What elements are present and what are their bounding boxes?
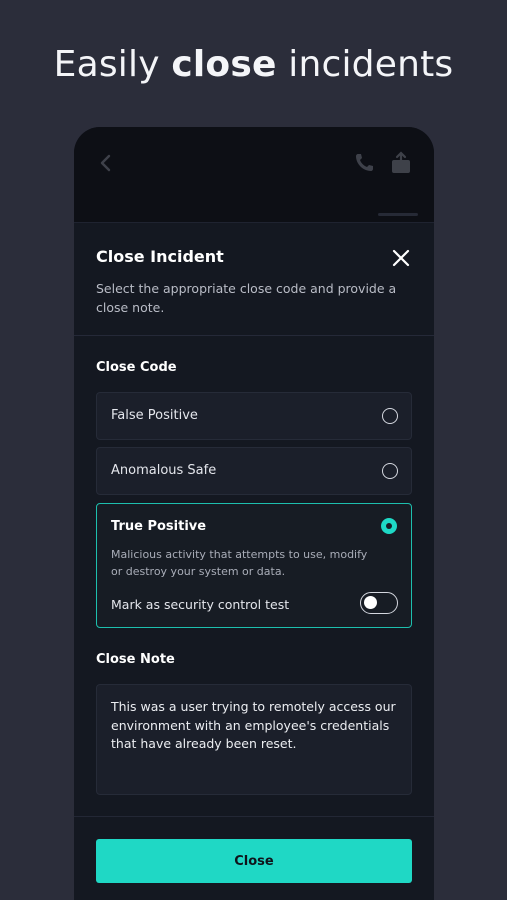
close-note-input[interactable]: This was a user trying to remotely acces… [96, 684, 412, 795]
radio-button-selected[interactable] [381, 518, 397, 534]
close-incident-button[interactable]: Close [96, 839, 412, 883]
option-label: False Positive [111, 408, 198, 423]
phone-frame: Close Incident Select the appropriate cl… [74, 127, 434, 900]
option-true-positive[interactable]: True Positive Malicious activity that at… [96, 503, 412, 628]
close-note-label: Close Note [96, 652, 175, 667]
option-anomalous-safe[interactable]: Anomalous Safe [96, 447, 412, 495]
headline: Easily close incidents [0, 44, 507, 85]
divider [74, 335, 434, 336]
headline-suffix: incidents [276, 44, 454, 85]
option-false-positive[interactable]: False Positive [96, 392, 412, 440]
radio-dot [386, 523, 392, 529]
radio-button[interactable] [382, 408, 398, 424]
radio-button[interactable] [382, 463, 398, 479]
close-code-label: Close Code [96, 360, 177, 375]
headline-prefix: Easily [53, 44, 172, 85]
option-description: Malicious activity that attempts to use,… [111, 548, 368, 578]
divider [74, 816, 434, 817]
close-icon[interactable] [390, 247, 412, 269]
share-icon[interactable] [390, 151, 412, 175]
headline-bold: close [171, 44, 277, 85]
header-placeholder-text [378, 213, 418, 216]
phone-icon[interactable] [352, 151, 376, 175]
back-arrow-icon[interactable] [98, 153, 114, 173]
modal-title: Close Incident [96, 247, 224, 266]
close-incident-sheet: Close Incident Select the appropriate cl… [74, 223, 434, 900]
toggle-knob [364, 596, 377, 609]
modal-subtitle: Select the appropriate close code and pr… [96, 281, 397, 315]
option-label: True Positive [111, 519, 207, 534]
security-test-toggle-label: Mark as security control test [111, 597, 290, 612]
option-label: Anomalous Safe [111, 463, 217, 478]
incident-header-dimmed [74, 127, 434, 223]
security-test-toggle[interactable] [360, 592, 398, 614]
